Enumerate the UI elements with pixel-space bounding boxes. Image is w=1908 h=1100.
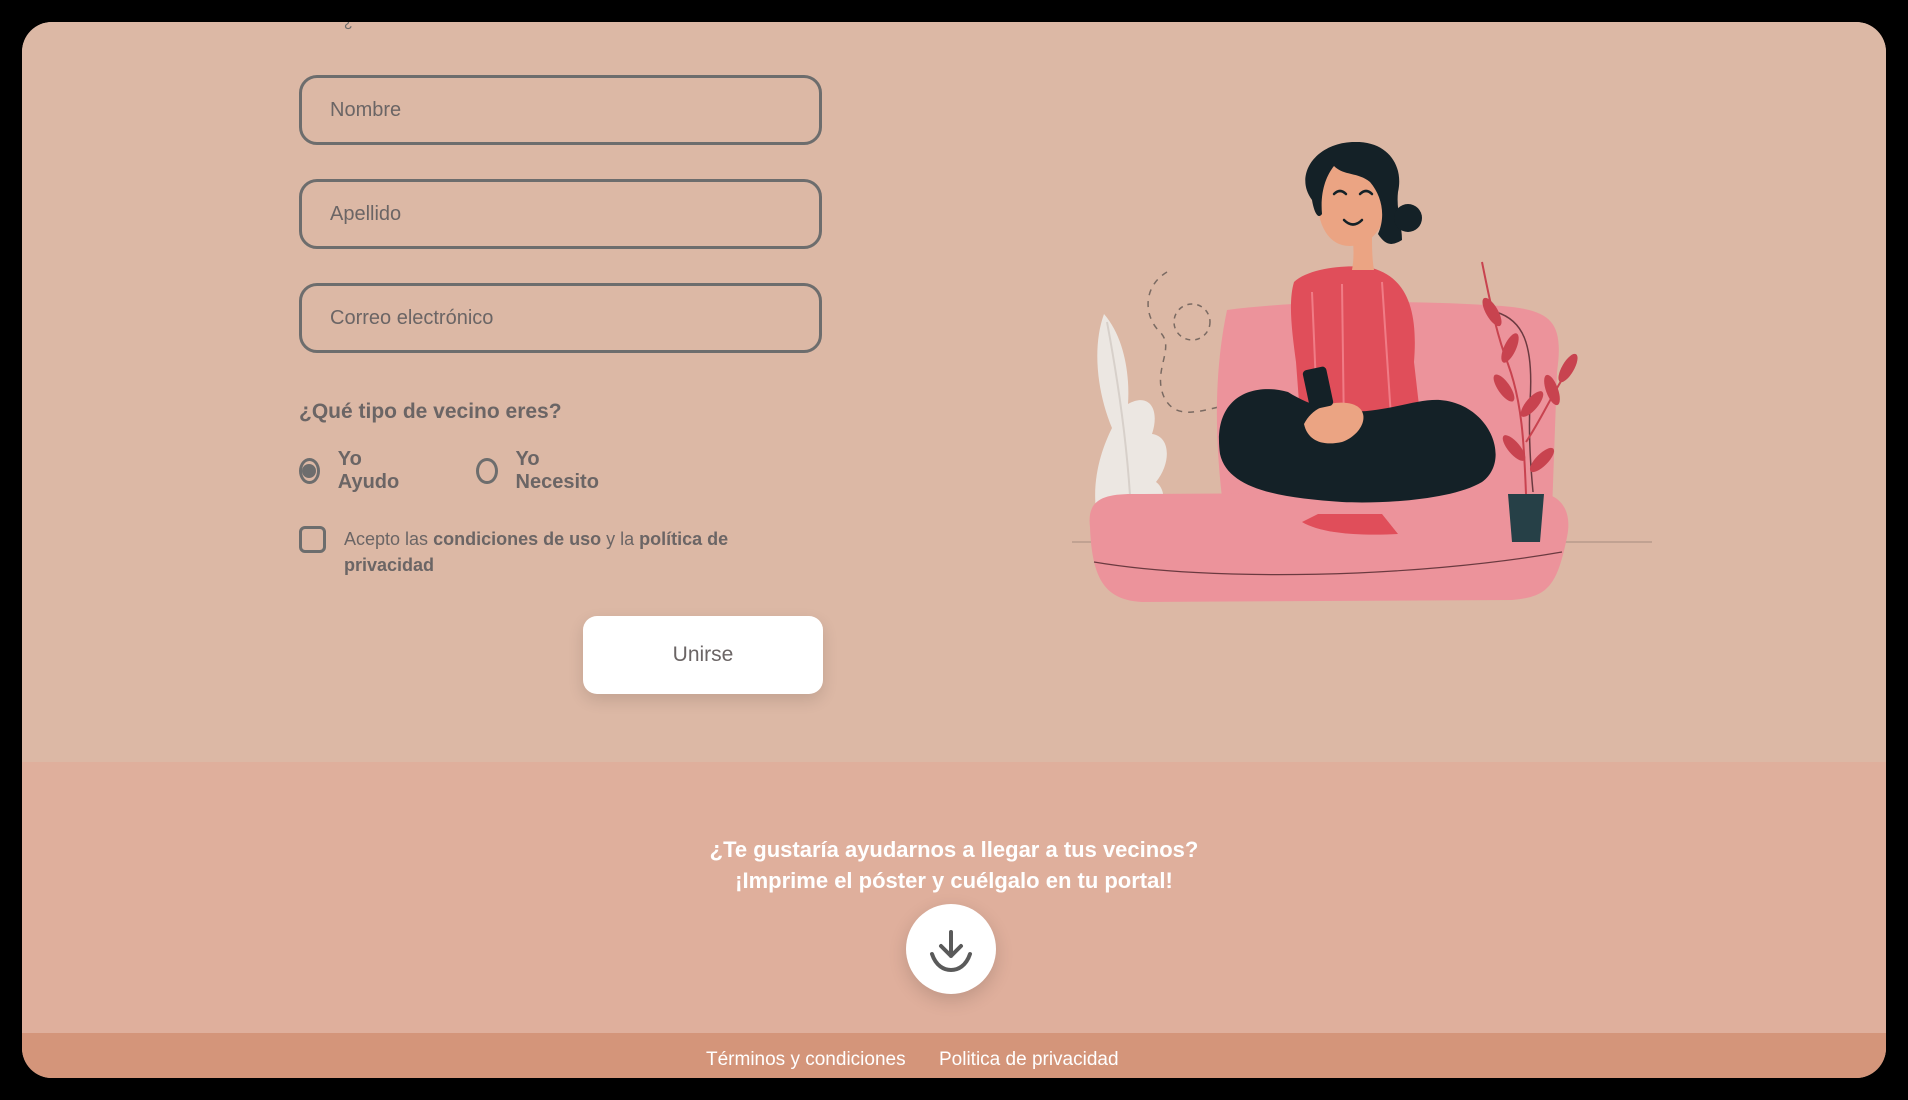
poster-cta-section: ¿Te gustaría ayudarnos a llegar a tus ve… [22,762,1886,1033]
radio-yo-ayudo[interactable]: Yo Ayudo [299,448,404,494]
radio-yo-ayudo-circle[interactable] [299,458,320,484]
device-frame: ¿ ¿Qué tipo de vecino eres? Yo Ayudo Yo … [0,0,1908,1100]
cropped-heading-glyph: ¿ [344,22,353,30]
screen: ¿ ¿Qué tipo de vecino eres? Yo Ayudo Yo … [22,22,1886,1078]
download-poster-button[interactable] [906,904,996,994]
radio-yo-necesito-circle[interactable] [476,458,498,484]
footer-terms-link[interactable]: Términos y condiciones [706,1049,906,1071]
poster-cta-text: ¿Te gustaría ayudarnos a llegar a tus ve… [22,834,1886,896]
cta-line-1: ¿Te gustaría ayudarnos a llegar a tus ve… [709,837,1199,862]
download-icon [930,930,972,972]
radio-yo-necesito[interactable]: Yo Necesito [476,448,603,494]
footer-privacy-link[interactable]: Politica de privacidad [939,1049,1119,1071]
terms-checkbox[interactable] [299,526,326,553]
radio-selected-dot [302,464,317,478]
footer: Términos y condiciones Politica de priva… [22,1033,1886,1078]
radio-yo-necesito-label[interactable]: Yo Necesito [516,448,604,494]
email-input[interactable] [299,283,822,353]
consent-prefix: Acepto las [344,529,429,549]
consent-middle: y la [606,529,635,549]
cta-line-2: ¡Imprime el póster y cuélgalo en tu port… [735,868,1173,893]
apellido-input[interactable] [299,179,822,249]
signup-form-section: ¿ ¿Qué tipo de vecino eres? Yo Ayudo Yo … [22,22,1886,762]
woman-on-sofa-illustration [1072,142,1652,602]
nombre-input[interactable] [299,75,822,145]
terms-of-use-link[interactable]: condiciones de uso [433,529,601,549]
radio-yo-ayudo-label[interactable]: Yo Ayudo [338,448,405,494]
join-button[interactable]: Unirse [583,616,823,694]
neighbor-type-question: ¿Qué tipo de vecino eres? [299,400,562,423]
terms-consent-text: Acepto las condiciones de uso y la polít… [344,526,814,578]
